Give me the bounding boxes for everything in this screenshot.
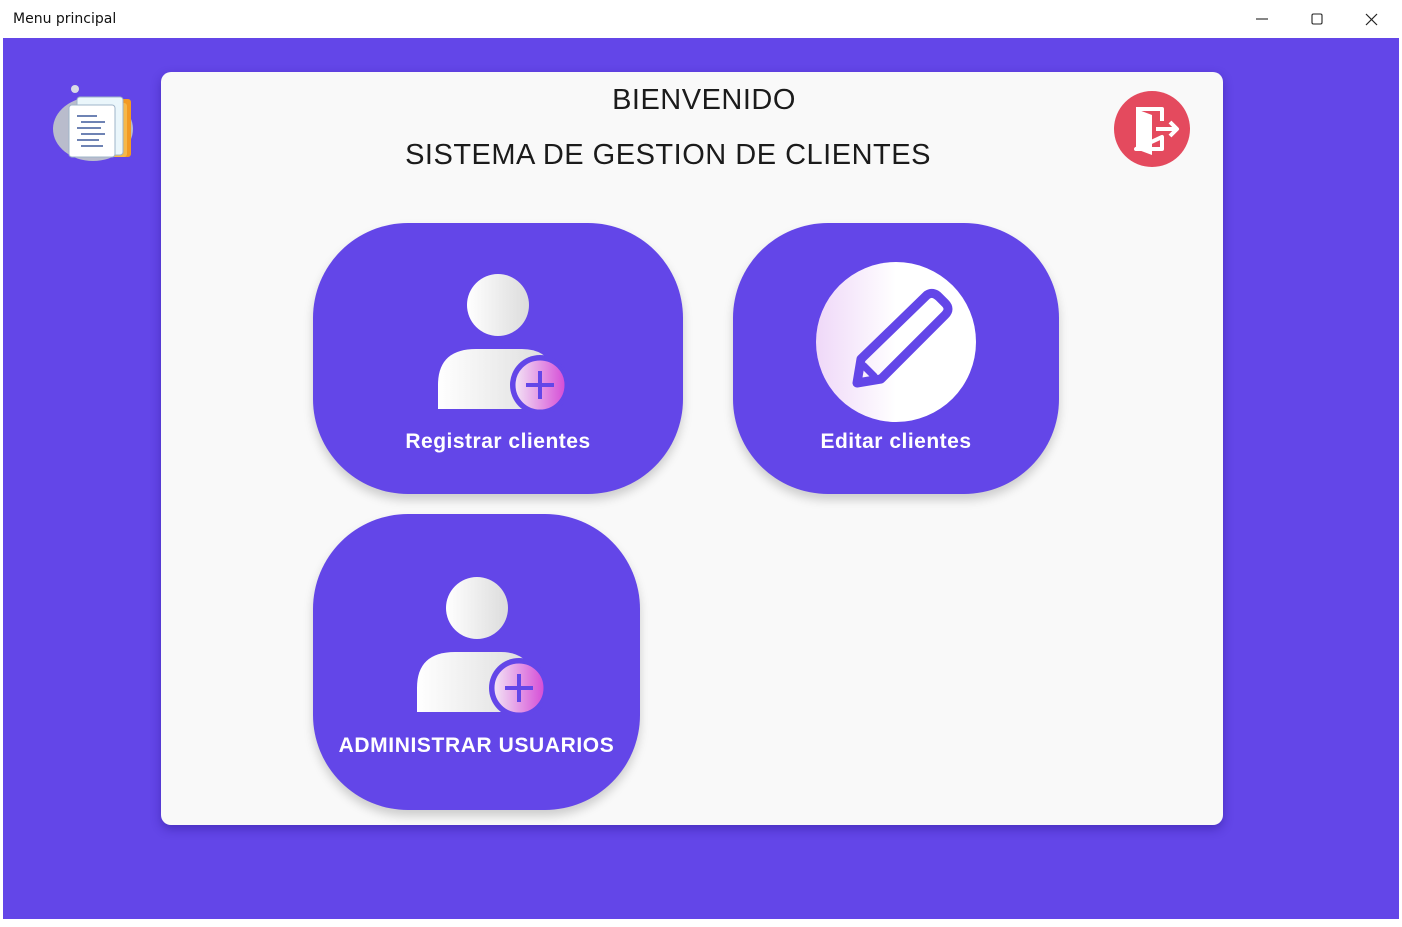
main-area: BIENVENIDO SISTEMA DE GESTION DE CLIENTE…	[3, 38, 1399, 919]
title-bar[interactable]: Menu principal	[0, 0, 1402, 38]
add-user-icon	[417, 577, 545, 716]
add-user-icon	[438, 274, 566, 413]
maximize-button[interactable]	[1290, 0, 1344, 38]
admin-users-button[interactable]: ADMINISTRAR USUARIOS	[313, 514, 640, 810]
welcome-panel: BIENVENIDO SISTEMA DE GESTION DE CLIENTE…	[161, 72, 1223, 825]
close-icon	[1365, 13, 1377, 25]
pencil-icon	[816, 262, 976, 422]
system-title: SISTEMA DE GESTION DE CLIENTES	[405, 139, 931, 171]
admin-users-label: ADMINISTRAR USUARIOS	[338, 734, 615, 757]
edit-clients-button[interactable]: Editar clientes	[733, 223, 1059, 494]
maximize-icon	[1311, 13, 1323, 25]
welcome-heading: BIENVENIDO	[612, 84, 796, 116]
register-clients-label: Registrar clientes	[405, 430, 591, 453]
edit-clients-label: Editar clientes	[820, 430, 972, 453]
minimize-button[interactable]	[1235, 0, 1289, 38]
exit-door-icon	[1134, 107, 1179, 155]
document-stack-icon	[53, 85, 133, 161]
exit-button[interactable]	[1114, 91, 1190, 167]
app-window: Menu principal BIENVENIDO SISTEMA DE GES…	[0, 0, 1402, 927]
window-title: Menu principal	[13, 11, 117, 27]
minimize-icon	[1256, 18, 1268, 20]
close-button[interactable]	[1344, 0, 1398, 38]
register-clients-button[interactable]: Registrar clientes	[313, 223, 683, 494]
